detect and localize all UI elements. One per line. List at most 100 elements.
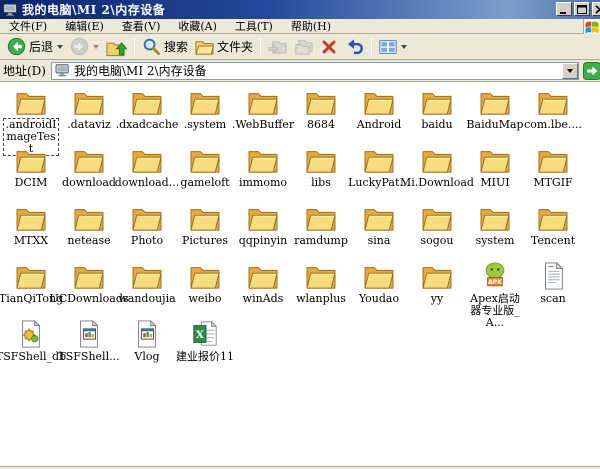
file-item[interactable]: wandoujia (118, 262, 176, 320)
file-item[interactable]: Android (350, 88, 408, 146)
my-computer-icon (55, 64, 70, 77)
menu-item[interactable]: 收藏(A) (169, 18, 226, 34)
file-item[interactable]: libs (292, 146, 350, 204)
file-label: baidu (419, 118, 454, 132)
address-input[interactable]: 我的电脑\MI 2\内存设备 (51, 62, 579, 80)
title-bar: 我的电脑\MI 2\内存设备 (0, 0, 600, 19)
file-item[interactable]: APK Apex启动器专业版_A... (466, 262, 524, 320)
doc-icon (537, 262, 569, 290)
menu-item[interactable]: 帮助(H) (282, 18, 340, 34)
file-item[interactable]: .dxadcache (118, 88, 176, 146)
file-item[interactable]: wlanplus (292, 262, 350, 320)
minimize-button[interactable] (556, 2, 572, 16)
close-button[interactable] (592, 2, 600, 16)
undo-button[interactable] (342, 35, 367, 58)
folder-icon (247, 88, 279, 116)
delete-button[interactable] (317, 35, 341, 58)
folder-icon (537, 88, 569, 116)
file-item[interactable]: download (60, 146, 118, 204)
address-dropdown-button[interactable] (562, 63, 578, 79)
views-button[interactable] (376, 35, 410, 58)
folder-icon (247, 146, 279, 174)
back-button[interactable]: 后退 (4, 35, 66, 58)
file-label: Apex启动器专业版_A... (467, 292, 523, 330)
file-item[interactable]: 8684 (292, 88, 350, 146)
file-item[interactable]: DCIM (2, 146, 60, 204)
file-item[interactable]: .WebBuffer (234, 88, 292, 146)
file-item[interactable]: yy (408, 262, 466, 320)
copy-to-button[interactable] (291, 35, 316, 58)
file-label: .dxadcache (114, 118, 181, 132)
menu-item[interactable]: 编辑(E) (56, 18, 113, 34)
file-label: Youdao (357, 292, 401, 306)
file-item[interactable]: immomo (234, 146, 292, 204)
file-item[interactable]: X 建业报价11 (176, 320, 234, 378)
file-item[interactable]: .system (176, 88, 234, 146)
file-item[interactable]: Mi.Download (408, 146, 466, 204)
menu-item[interactable]: 工具(T) (226, 18, 282, 34)
file-item[interactable]: ramdump (292, 204, 350, 262)
file-item[interactable]: MIUI (466, 146, 524, 204)
folder-icon (189, 262, 221, 290)
file-item[interactable]: scan (524, 262, 582, 320)
back-label: 后退 (29, 38, 53, 55)
file-item[interactable]: sogou (408, 204, 466, 262)
folders-icon (195, 37, 214, 56)
folder-icon (15, 146, 47, 174)
file-label: winAds (241, 292, 286, 306)
folder-icon (131, 88, 163, 116)
file-item[interactable]: com.lbe.... (524, 88, 582, 146)
file-item[interactable]: TianQiTong (2, 262, 60, 320)
address-label: 地址(D) (3, 62, 46, 79)
file-item[interactable]: BaiduMap (466, 88, 524, 146)
file-item[interactable]: baidu (408, 88, 466, 146)
views-dropdown-caret[interactable] (401, 45, 407, 49)
file-label: Mi.Download (398, 176, 476, 190)
folder-icon (363, 204, 395, 232)
file-item[interactable]: LuckyPat... (350, 146, 408, 204)
file-item[interactable]: TSFShell... (60, 320, 118, 378)
folder-icon (189, 146, 221, 174)
forward-button[interactable] (67, 35, 102, 58)
file-item[interactable]: MTGIF (524, 146, 582, 204)
move-to-button[interactable] (265, 35, 290, 58)
file-item[interactable]: .androidImageTest (2, 88, 60, 146)
file-item[interactable]: winAds (234, 262, 292, 320)
file-item[interactable]: system (466, 204, 524, 262)
folder-icon (189, 204, 221, 232)
file-label: immomo (237, 176, 289, 190)
copy-to-folder-icon (294, 37, 313, 56)
file-item[interactable]: Photo (118, 204, 176, 262)
up-button[interactable] (103, 35, 130, 58)
file-item[interactable]: gameloft (176, 146, 234, 204)
search-button[interactable]: 搜索 (139, 35, 191, 58)
folder-icon (305, 204, 337, 232)
back-icon (7, 37, 26, 56)
file-item[interactable]: netease (60, 204, 118, 262)
menu-item[interactable]: 查看(V) (113, 18, 170, 34)
menu-item[interactable]: 文件(F) (0, 18, 56, 34)
file-label: wlanplus (294, 292, 348, 306)
folders-button[interactable]: 文件夹 (192, 35, 256, 58)
file-item[interactable]: MTXX (2, 204, 60, 262)
forward-dropdown-caret[interactable] (93, 45, 99, 49)
file-item[interactable]: .dataviz (60, 88, 118, 146)
file-item[interactable]: qqpinyin (234, 204, 292, 262)
file-label: 8684 (305, 118, 337, 132)
file-item[interactable]: sina (350, 204, 408, 262)
back-dropdown-caret[interactable] (57, 45, 63, 49)
file-item[interactable]: weibo (176, 262, 234, 320)
maximize-button[interactable] (574, 2, 590, 16)
file-item[interactable]: Youdao (350, 262, 408, 320)
file-item[interactable]: Pictures (176, 204, 234, 262)
folder-icon (537, 146, 569, 174)
go-button[interactable]: 转到 (583, 62, 600, 80)
file-item[interactable]: Tencent (524, 204, 582, 262)
file-item[interactable]: download... (118, 146, 176, 204)
folder-icon (479, 146, 511, 174)
file-item[interactable]: UCDownloads (60, 262, 118, 320)
folder-icon (421, 146, 453, 174)
file-label: .dataviz (65, 118, 113, 132)
file-item[interactable]: Vlog (118, 320, 176, 378)
file-item[interactable]: TSFShell_db (2, 320, 60, 378)
